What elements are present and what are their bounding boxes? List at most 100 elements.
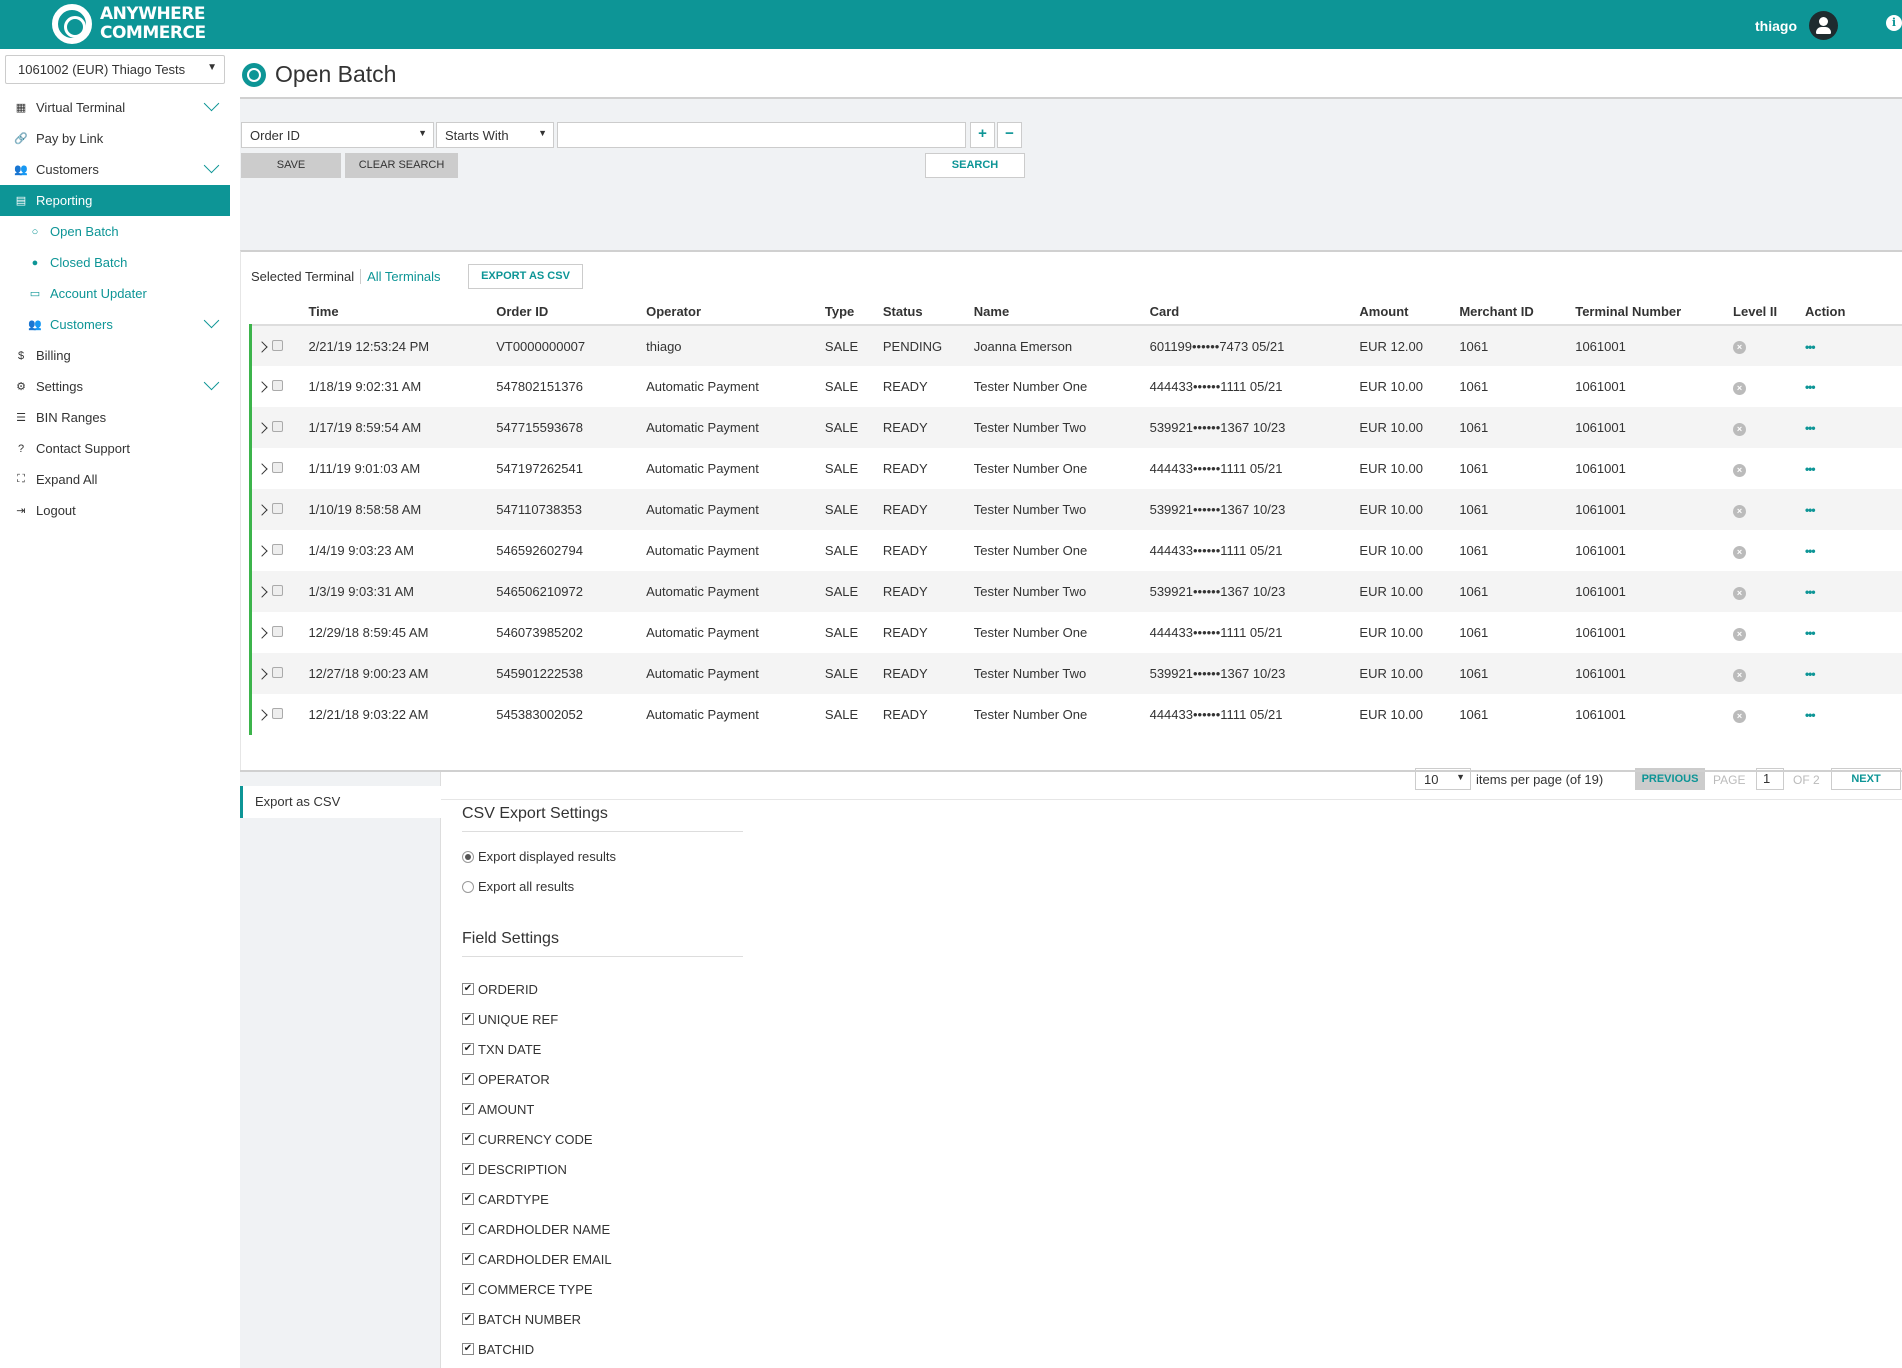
column-header-merchant-id[interactable]: Merchant ID	[1459, 299, 1576, 326]
search-button[interactable]: SEARCH	[925, 153, 1025, 178]
cell-order-id[interactable]: 545901222538	[496, 653, 647, 694]
cell-order-id[interactable]: 547110738353	[496, 489, 647, 530]
row-checkbox[interactable]	[272, 462, 284, 473]
chevron-right-icon[interactable]	[256, 463, 268, 475]
row-checkbox[interactable]	[272, 667, 284, 678]
sidebar-item-settings[interactable]: ⚙ Settings	[0, 371, 230, 402]
select-cell[interactable]	[272, 694, 309, 735]
table-row[interactable]: 1/10/19 8:58:58 AM 547110738353 Automatic …	[249, 489, 1902, 530]
sidebar-item-pay-by-link[interactable]: 🔗 Pay by Link	[0, 123, 230, 154]
chevron-right-icon[interactable]	[256, 422, 268, 434]
action-cell[interactable]: •••	[1804, 612, 1902, 653]
table-row[interactable]: 2/21/19 12:53:24 PM VT0000000007 thiago SAL…	[249, 325, 1902, 366]
anywhere-commerce-logo[interactable]: ANYWHERE COMMERCE	[52, 4, 206, 44]
clear-search-button[interactable]: CLEAR SEARCH	[345, 153, 458, 178]
field-option[interactable]: ✔ CARDHOLDER EMAIL	[462, 1244, 612, 1274]
table-row[interactable]: 1/4/19 9:03:23 AM 546592602794 Automatic P…	[249, 530, 1902, 571]
chevron-right-icon[interactable]	[256, 586, 268, 598]
sidebar-item-open-batch[interactable]: ○ Open Batch	[0, 216, 230, 247]
cell-order-id[interactable]: 547715593678	[496, 407, 647, 448]
field-option[interactable]: ✔ CURRENCY CODE	[462, 1124, 612, 1154]
row-checkbox[interactable]	[272, 421, 284, 432]
column-header-amount[interactable]: Amount	[1359, 299, 1460, 326]
select-cell[interactable]	[272, 366, 309, 407]
column-header-type[interactable]: Type	[824, 299, 883, 326]
checkbox-checked-icon[interactable]: ✔	[462, 1073, 474, 1085]
select-cell[interactable]	[272, 571, 309, 612]
table-row[interactable]: 12/21/18 9:03:22 AM 545383002052 Automatic…	[249, 694, 1902, 735]
chevron-down-icon[interactable]	[203, 101, 221, 111]
field-option[interactable]: ✔ BATCH NUMBER	[462, 1304, 612, 1334]
sidebar-item-customers[interactable]: 👥 Customers	[0, 309, 230, 340]
checkbox-checked-icon[interactable]: ✔	[462, 1313, 474, 1325]
expand-cell[interactable]	[249, 653, 273, 694]
row-checkbox[interactable]	[272, 708, 284, 719]
row-checkbox[interactable]	[272, 380, 284, 391]
row-checkbox[interactable]	[272, 503, 284, 514]
sidebar-item-logout[interactable]: ⇥ Logout	[0, 495, 230, 526]
add-criteria-button[interactable]: +	[970, 122, 995, 148]
chevron-right-icon[interactable]	[256, 627, 268, 639]
search-input[interactable]	[557, 122, 966, 148]
action-cell[interactable]: •••	[1804, 448, 1902, 489]
select-cell[interactable]	[272, 612, 309, 653]
more-actions-icon[interactable]: •••	[1805, 503, 1816, 517]
action-cell[interactable]: •••	[1804, 653, 1902, 694]
sidebar-item-customers[interactable]: 👥 Customers	[0, 154, 230, 185]
cell-order-id[interactable]: 547802151376	[496, 366, 647, 407]
action-cell[interactable]: •••	[1804, 694, 1902, 735]
field-option[interactable]: ✔ COMMERCE TYPE	[462, 1274, 612, 1304]
chevron-right-icon[interactable]	[256, 709, 268, 721]
column-header-time[interactable]: Time	[308, 299, 497, 326]
more-actions-icon[interactable]: •••	[1805, 667, 1816, 681]
sidebar-item-expand-all[interactable]: ⛶ Expand All	[0, 464, 230, 495]
expand-cell[interactable]	[249, 612, 273, 653]
expand-cell[interactable]	[249, 530, 273, 571]
row-checkbox[interactable]	[272, 626, 284, 637]
remove-criteria-button[interactable]: −	[997, 122, 1022, 148]
cell-order-id[interactable]: 547197262541	[496, 448, 647, 489]
column-header-operator[interactable]: Operator	[646, 299, 825, 326]
export-displayed-option[interactable]: Export displayed results	[462, 849, 616, 864]
field-option[interactable]: ✔ CARDTYPE	[462, 1184, 612, 1214]
expand-cell[interactable]	[249, 694, 273, 735]
sidebar-item-virtual-terminal[interactable]: ▦ Virtual Terminal	[0, 92, 230, 123]
sidebar-item-account-updater[interactable]: ▭ Account Updater	[0, 278, 230, 309]
all-terminals-link[interactable]: All Terminals	[360, 269, 441, 284]
action-cell[interactable]: •••	[1804, 325, 1902, 366]
row-checkbox[interactable]	[272, 544, 284, 555]
save-button[interactable]: SAVE	[241, 153, 341, 178]
table-row[interactable]: 1/3/19 9:03:31 AM 546506210972 Automatic P…	[249, 571, 1902, 612]
checkbox-checked-icon[interactable]: ✔	[462, 1103, 474, 1115]
checkbox-checked-icon[interactable]: ✔	[462, 1253, 474, 1265]
field-option[interactable]: ✔ OPERATOR	[462, 1064, 612, 1094]
chevron-down-icon[interactable]	[203, 318, 221, 328]
more-actions-icon[interactable]: •••	[1805, 380, 1816, 394]
cell-order-id[interactable]: 546592602794	[496, 530, 647, 571]
cell-order-id[interactable]: 546506210972	[496, 571, 647, 612]
column-header-status[interactable]: Status	[882, 299, 974, 326]
chevron-right-icon[interactable]	[256, 668, 268, 680]
tab-export-csv[interactable]: Export as CSV	[240, 786, 441, 818]
sidebar-item-reporting[interactable]: ▤ Reporting	[0, 185, 230, 216]
column-header-level-ii[interactable]: Level II	[1733, 299, 1805, 326]
table-row[interactable]: 1/18/19 9:02:31 AM 547802151376 Automatic …	[249, 366, 1902, 407]
more-actions-icon[interactable]: •••	[1805, 544, 1816, 558]
more-actions-icon[interactable]: •••	[1805, 462, 1816, 476]
radio-unselected-icon[interactable]	[462, 880, 474, 893]
cell-order-id[interactable]: VT0000000007	[496, 325, 647, 366]
checkbox-checked-icon[interactable]: ✔	[462, 1163, 474, 1175]
column-header-card[interactable]: Card	[1149, 299, 1360, 326]
field-option[interactable]: ✔ TXN DATE	[462, 1034, 612, 1064]
more-actions-icon[interactable]: •••	[1805, 340, 1816, 354]
expand-cell[interactable]	[249, 325, 273, 366]
column-header-action[interactable]: Action	[1804, 299, 1902, 326]
search-field-select[interactable]: Order ID ▼	[241, 122, 434, 148]
select-cell[interactable]	[272, 653, 309, 694]
export-all-option[interactable]: Export all results	[462, 879, 574, 894]
action-cell[interactable]: •••	[1804, 366, 1902, 407]
expand-cell[interactable]	[249, 571, 273, 612]
search-operator-select[interactable]: Starts With ▼	[436, 122, 554, 148]
select-cell[interactable]	[272, 489, 309, 530]
field-option[interactable]: ✔ BATCHID	[462, 1334, 612, 1364]
